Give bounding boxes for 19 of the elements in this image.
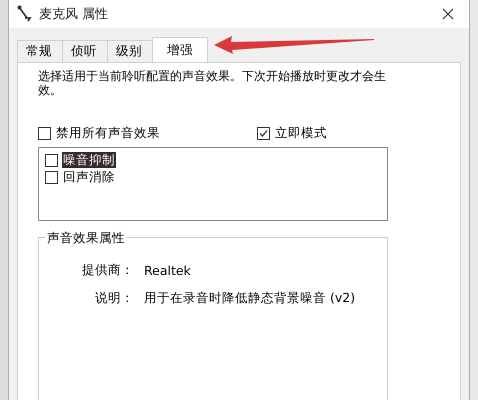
tab[interactable]: 常规: [17, 40, 63, 62]
window-title: 麦克风 属性: [39, 6, 110, 23]
property-value: Realtek: [144, 262, 191, 278]
checkbox[interactable]: [45, 154, 58, 166]
effect-item[interactable]: 回声消除: [62, 169, 116, 185]
close-icon: [442, 8, 454, 20]
property-label: 提供商：: [81, 262, 134, 278]
checkbox-label: 禁用所有声音效果: [55, 125, 161, 141]
description-text: 选择适用于当前聆听配置的声音效果。下次开始播放时更改才会生效。: [38, 69, 387, 97]
checkbox[interactable]: [257, 126, 270, 140]
property-label: 说明：: [94, 290, 134, 306]
checkbox[interactable]: [38, 126, 51, 140]
effect-item[interactable]: 噪音抑制: [62, 152, 116, 168]
checkbox-label: 立即模式: [274, 125, 328, 141]
group-title: 声音效果属性: [45, 230, 127, 247]
tab[interactable]: 增强: [152, 37, 208, 62]
property-value: 用于在录音时降低静态背景噪音 (v2): [144, 290, 356, 306]
microphone-icon: [17, 5, 33, 23]
checkbox[interactable]: [45, 170, 58, 184]
